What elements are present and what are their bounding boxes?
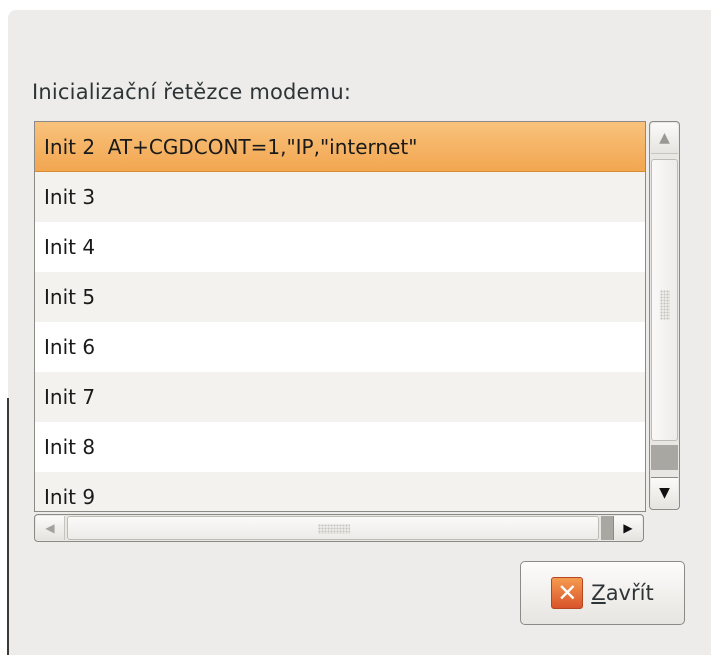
vertical-scroll-thumb[interactable] xyxy=(651,159,678,441)
arrow-down-icon[interactable]: ▼ xyxy=(651,477,678,508)
horizontal-scrollbar[interactable]: ◀ ▶ xyxy=(34,514,644,542)
close-button[interactable]: ✕ Zavřít xyxy=(520,561,685,625)
list-item[interactable]: Init 2 AT+CGDCONT=1,"IP,"internet" xyxy=(35,122,645,172)
list-item[interactable]: Init 6 xyxy=(35,322,645,372)
horizontal-scroll-thumb[interactable] xyxy=(67,516,599,540)
close-button-label-rest: avřít xyxy=(605,581,654,605)
grip-icon xyxy=(660,290,670,320)
arrow-right-icon[interactable]: ▶ xyxy=(613,516,642,540)
vertical-scroll-trough[interactable] xyxy=(651,445,678,470)
window-edge xyxy=(7,398,9,655)
close-icon: ✕ xyxy=(551,577,584,609)
list-item[interactable]: Init 4 xyxy=(35,222,645,272)
section-label: Inicializační řetězce modemu: xyxy=(32,80,352,104)
close-button-mnemonic: Z xyxy=(591,581,606,605)
grip-icon xyxy=(318,524,350,534)
vertical-scrollbar[interactable]: ▲ ▼ xyxy=(649,121,680,510)
init-strings-list[interactable]: Init 2 AT+CGDCONT=1,"IP,"internet" Init … xyxy=(34,121,646,512)
list-item[interactable]: Init 3 xyxy=(35,172,645,222)
close-button-label: Zavřít xyxy=(591,581,653,605)
list-item[interactable]: Init 7 xyxy=(35,372,645,422)
list-item[interactable]: Init 9 xyxy=(35,472,645,511)
arrow-left-icon[interactable]: ◀ xyxy=(36,516,65,540)
list-item[interactable]: Init 8 xyxy=(35,422,645,472)
arrow-up-icon[interactable]: ▲ xyxy=(651,123,678,154)
list-item[interactable]: Init 5 xyxy=(35,272,645,322)
